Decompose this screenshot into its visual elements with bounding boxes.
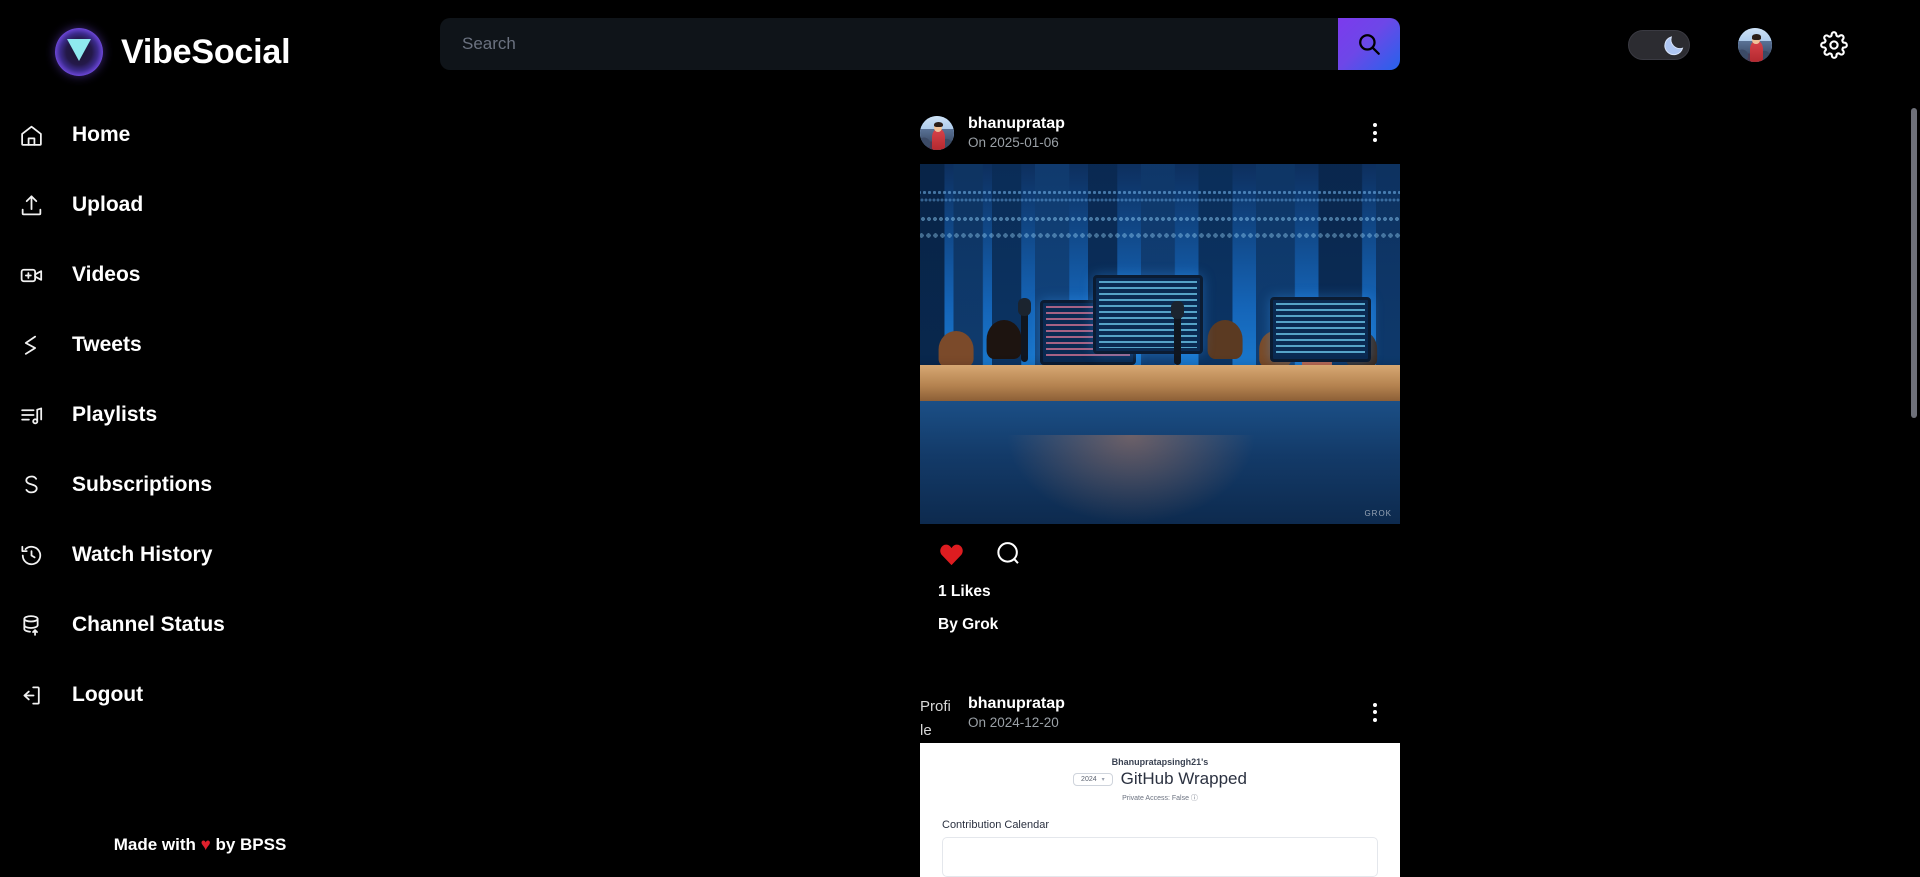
post-menu-button[interactable] bbox=[1362, 699, 1388, 725]
post-author-avatar-broken[interactable]: Profile bbox=[920, 695, 954, 738]
sidebar-item-tweets[interactable]: Tweets bbox=[0, 310, 400, 380]
sidebar-item-label: Upload bbox=[72, 193, 144, 216]
kebab-dot bbox=[1373, 123, 1377, 128]
vibesocial-logo-icon bbox=[55, 28, 103, 76]
post-caption: By Grok bbox=[938, 615, 999, 633]
brand[interactable]: VibeSocial bbox=[55, 28, 291, 76]
avatar-image bbox=[1738, 28, 1772, 62]
sidebar-item-subscriptions[interactable]: Subscriptions bbox=[0, 450, 400, 520]
post-meta: bhanupratap On 2024-12-20 bbox=[968, 694, 1348, 732]
upload-icon bbox=[18, 192, 44, 218]
dark-mode-toggle[interactable] bbox=[1628, 30, 1690, 60]
footer-credit: Made with ♥ by BPSS bbox=[0, 835, 400, 855]
kebab-dot bbox=[1373, 702, 1377, 707]
playlist-music-icon bbox=[18, 402, 44, 428]
gear-icon[interactable] bbox=[1820, 31, 1848, 59]
app-header: VibeSocial bbox=[0, 0, 1920, 100]
post-card: bhanupratap On 2025-01-06 GROK 1 Likes B… bbox=[920, 100, 1400, 634]
kebab-dot bbox=[1373, 138, 1377, 143]
search-bar bbox=[440, 18, 1400, 70]
post-actions bbox=[920, 524, 1400, 567]
sidebar-item-playlists[interactable]: Playlists bbox=[0, 380, 400, 450]
subscription-icon bbox=[18, 472, 44, 498]
post-header: Profile bhanupratap On 2024-12-20 bbox=[920, 680, 1400, 744]
like-count: 1 Likes bbox=[938, 582, 991, 600]
post-card: Profile bhanupratap On 2024-12-20 Bhanup… bbox=[920, 679, 1400, 877]
contribution-calendar-panel bbox=[942, 837, 1378, 877]
search-input[interactable] bbox=[440, 18, 1338, 70]
kebab-dot bbox=[1373, 130, 1377, 135]
sidebar-item-videos[interactable]: Videos bbox=[0, 240, 400, 310]
sidebar-item-watch-history[interactable]: Watch History bbox=[0, 520, 400, 590]
post-feed: bhanupratap On 2025-01-06 GROK 1 Likes B… bbox=[920, 100, 1400, 877]
comment-bubble-icon[interactable] bbox=[995, 540, 1022, 567]
sidebar-item-label: Subscriptions bbox=[72, 473, 213, 496]
sidebar-item-label: Channel Status bbox=[72, 613, 225, 636]
sidebar-item-logout[interactable]: Logout bbox=[0, 660, 400, 730]
footer-prefix: Made with bbox=[113, 835, 196, 854]
home-icon bbox=[18, 122, 44, 148]
heart-icon: ♥ bbox=[200, 835, 211, 854]
sidebar-item-label: Tweets bbox=[72, 333, 142, 356]
post-date: On 2025-01-06 bbox=[968, 135, 1059, 150]
post-username[interactable]: bhanupratap bbox=[968, 694, 1348, 714]
private-access-note: Private Access: False ⓘ bbox=[1122, 795, 1198, 803]
post-header: bhanupratap On 2025-01-06 bbox=[920, 100, 1400, 164]
post-meta: bhanupratap On 2025-01-06 bbox=[968, 114, 1348, 152]
post-image[interactable]: GROK bbox=[920, 163, 1400, 524]
contribution-calendar-heading: Contribution Calendar bbox=[942, 819, 1050, 832]
github-wrapped-title-row: 2024 ▾ GitHub Wrapped bbox=[920, 767, 1400, 789]
sidebar-item-label: Playlists bbox=[72, 403, 158, 426]
search-button[interactable] bbox=[1338, 18, 1400, 70]
post-username[interactable]: bhanupratap bbox=[968, 114, 1348, 134]
database-status-icon bbox=[18, 612, 44, 638]
video-camera-icon bbox=[18, 262, 44, 288]
sidebar-item-label: Logout bbox=[72, 683, 144, 706]
chevron-down-icon: ▾ bbox=[1101, 776, 1105, 783]
year-value: 2024 bbox=[1081, 775, 1097, 783]
github-wrapped-owner: Bhanupratapsingh21's bbox=[1111, 757, 1209, 768]
sidebar-item-label: Videos bbox=[72, 263, 141, 286]
github-wrapped-screenshot: Bhanupratapsingh21's 2024 ▾ GitHub Wrapp… bbox=[920, 743, 1400, 877]
sidebar-item-label: Home bbox=[72, 123, 131, 146]
post-author-avatar[interactable] bbox=[920, 115, 954, 150]
sidebar-item-home[interactable]: Home bbox=[0, 100, 400, 170]
tweet-icon bbox=[18, 332, 44, 358]
brand-name: VibeSocial bbox=[121, 32, 291, 71]
avatar-image bbox=[920, 115, 954, 150]
heart-filled-icon[interactable] bbox=[938, 541, 965, 566]
github-wrapped-title: GitHub Wrapped bbox=[1120, 769, 1247, 789]
kebab-dot bbox=[1373, 717, 1377, 722]
search-icon bbox=[1359, 34, 1380, 55]
sidebar-item-channel-status[interactable]: Channel Status bbox=[0, 590, 400, 660]
year-selector[interactable]: 2024 ▾ bbox=[1073, 772, 1113, 786]
header-actions bbox=[1628, 28, 1848, 62]
user-avatar[interactable] bbox=[1738, 28, 1772, 62]
sidebar: Home Upload Videos Tweets Playlists Subs… bbox=[0, 100, 400, 877]
page-scrollbar[interactable] bbox=[1911, 108, 1917, 418]
moon-icon bbox=[1664, 36, 1684, 56]
sidebar-item-upload[interactable]: Upload bbox=[0, 170, 400, 240]
footer-suffix: by BPSS bbox=[215, 835, 287, 854]
image-watermark: GROK bbox=[1364, 508, 1392, 518]
kebab-dot bbox=[1373, 710, 1377, 715]
logout-icon bbox=[18, 682, 44, 708]
post-date: On 2024-12-20 bbox=[968, 714, 1059, 730]
post-image[interactable]: Bhanupratapsingh21's 2024 ▾ GitHub Wrapp… bbox=[920, 743, 1400, 877]
illustration-developers-at-monitors: GROK bbox=[920, 163, 1400, 524]
post-menu-button[interactable] bbox=[1362, 120, 1388, 146]
sidebar-item-label: Watch History bbox=[72, 543, 213, 566]
clock-history-icon bbox=[18, 542, 44, 568]
